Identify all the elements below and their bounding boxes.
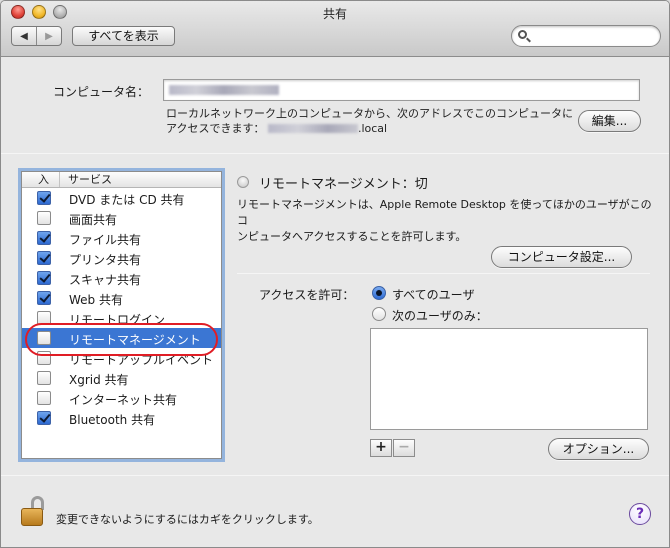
- radio-all-users[interactable]: [372, 286, 386, 300]
- computer-name-field[interactable]: [163, 79, 640, 101]
- back-arrow-icon: ◀: [20, 30, 28, 42]
- service-row[interactable]: DVD または CD 共有: [22, 188, 221, 208]
- service-row[interactable]: Xgrid 共有: [22, 368, 221, 388]
- service-row[interactable]: リモートアップルイベント: [22, 348, 221, 368]
- status-indicator-icon: [237, 176, 249, 188]
- search-icon: [518, 30, 527, 39]
- lock-icon[interactable]: [21, 496, 47, 528]
- forward-arrow-icon: ▶: [45, 30, 53, 42]
- service-description: リモートマネージメントは、Apple Remote Desktop を使ってほか…: [237, 197, 661, 245]
- radio-only-users[interactable]: [372, 307, 386, 321]
- lock-message: 変更できないようにするにはカギをクリックします。: [56, 513, 319, 526]
- address-suffix: .local: [357, 122, 388, 135]
- back-button[interactable]: ◀: [12, 27, 36, 45]
- service-checkbox[interactable]: [37, 371, 51, 385]
- service-label: インターネット共有: [69, 393, 178, 407]
- divider: [1, 475, 669, 476]
- radio-all-users-label[interactable]: すべてのユーザ: [392, 286, 474, 303]
- address-description-line2: アクセスできます： .local: [166, 121, 576, 136]
- service-description-line1: リモートマネージメントは、Apple Remote Desktop を使ってほか…: [237, 198, 652, 227]
- computer-address-description: ローカルネットワーク上のコンピュータから、次のアドレスでこのコンピュータに アク…: [166, 106, 576, 136]
- service-label: スキャナ共有: [69, 273, 142, 287]
- service-label: リモートアップルイベント: [69, 353, 214, 367]
- service-checkbox[interactable]: [37, 211, 51, 225]
- service-row[interactable]: Web 共有: [22, 288, 221, 308]
- service-label: Xgrid 共有: [69, 373, 129, 387]
- service-checkbox[interactable]: [37, 331, 51, 345]
- service-rows: DVD または CD 共有 画面共有ファイル共有 プリンタ共有 スキャナ共有 Web 共…: [22, 188, 221, 428]
- service-row[interactable]: リモートマネージメント: [22, 328, 221, 348]
- forward-button[interactable]: ▶: [36, 27, 61, 45]
- service-description-line2: ンピュータへアクセスすることを許可します。: [237, 230, 467, 243]
- service-checkbox[interactable]: [37, 191, 51, 205]
- column-header-service[interactable]: サービス: [60, 172, 112, 187]
- service-list-header: 入 サービス: [22, 172, 221, 188]
- address-description-line1: ローカルネットワーク上のコンピュータから、次のアドレスでこのコンピュータに: [166, 107, 573, 120]
- service-checkbox[interactable]: [37, 311, 51, 325]
- service-checkbox[interactable]: [37, 271, 51, 285]
- computer-name-label: コンピュータ名：: [53, 85, 150, 99]
- service-label: リモートマネージメント: [69, 333, 201, 347]
- service-row[interactable]: Bluetooth 共有: [22, 408, 221, 428]
- service-label: Bluetooth 共有: [69, 413, 156, 427]
- service-row[interactable]: インターネット共有: [22, 388, 221, 408]
- service-status: リモートマネージメント：切: [259, 177, 428, 192]
- column-header-on[interactable]: 入: [22, 172, 60, 187]
- service-checkbox[interactable]: [37, 351, 51, 365]
- search-field[interactable]: [511, 25, 661, 47]
- toolbar: 共有 ◀ ▶ すべてを表示: [1, 1, 669, 57]
- show-all-button[interactable]: すべてを表示: [72, 26, 175, 46]
- access-label: アクセスを許可：: [259, 288, 355, 302]
- service-label: 画面共有: [69, 213, 118, 227]
- service-label: リモートログイン: [69, 313, 166, 327]
- address-prefix: アクセスできます：: [166, 122, 265, 135]
- service-label: ファイル共有: [69, 233, 142, 247]
- radio-only-users-label[interactable]: 次のユーザのみ：: [392, 307, 488, 324]
- window-title: 共有: [322, 7, 347, 21]
- service-row[interactable]: 画面共有: [22, 208, 221, 228]
- service-row[interactable]: プリンタ共有: [22, 248, 221, 268]
- service-list[interactable]: 入 サービス DVD または CD 共有 画面共有ファイル共有 プリンタ共有 スキャナ…: [21, 171, 222, 459]
- service-label: DVD または CD 共有: [69, 193, 185, 207]
- computer-settings-button[interactable]: コンピュータ設定...: [491, 246, 632, 268]
- service-row[interactable]: スキャナ共有: [22, 268, 221, 288]
- add-user-button[interactable]: +: [370, 439, 392, 457]
- address-redacted: [267, 124, 358, 133]
- service-checkbox[interactable]: [37, 391, 51, 405]
- service-row[interactable]: リモートログイン: [22, 308, 221, 328]
- divider: [1, 153, 669, 154]
- search-input[interactable]: [534, 28, 654, 44]
- sharing-window: 共有 ◀ ▶ すべてを表示 コンピュータ名： ローカルネットワーク上のコンピュー…: [0, 0, 670, 548]
- back-forward-control: ◀ ▶: [11, 26, 62, 46]
- divider: [237, 273, 650, 274]
- computer-name-redacted: [169, 85, 279, 95]
- service-row[interactable]: ファイル共有: [22, 228, 221, 248]
- service-checkbox[interactable]: [37, 291, 51, 305]
- service-label: Web 共有: [69, 293, 123, 307]
- service-checkbox[interactable]: [37, 411, 51, 425]
- allowed-users-list[interactable]: [370, 328, 648, 430]
- service-label: プリンタ共有: [69, 253, 142, 267]
- lock-body: [21, 508, 43, 526]
- edit-button[interactable]: 編集...: [578, 110, 641, 132]
- service-checkbox[interactable]: [37, 251, 51, 265]
- service-checkbox[interactable]: [37, 231, 51, 245]
- help-button[interactable]: ?: [629, 503, 651, 525]
- remove-user-button[interactable]: −: [393, 439, 415, 457]
- options-button[interactable]: オプション...: [548, 438, 649, 460]
